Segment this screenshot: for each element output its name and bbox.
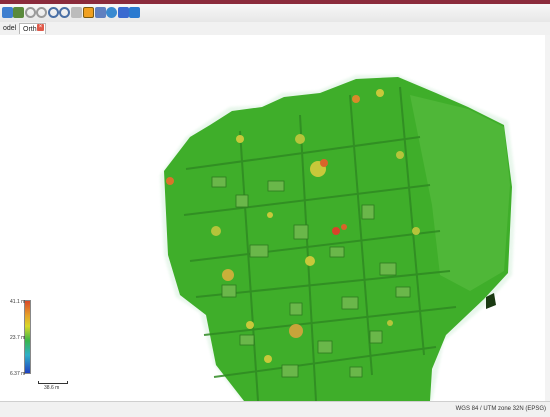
undo-icon[interactable]	[25, 7, 36, 18]
save-icon[interactable]	[13, 7, 24, 18]
legend-mid-label: 23.7 m	[10, 335, 26, 341]
shape-icon[interactable]	[106, 7, 117, 18]
legend-max-label: 41.1 m	[10, 299, 26, 305]
crs-label: WGS 84 / UTM zone 32N (EPSG)	[455, 406, 546, 412]
redo-icon[interactable]	[36, 7, 47, 18]
image-overlay-icon[interactable]	[83, 7, 94, 18]
flag-icon[interactable]	[118, 7, 129, 18]
move-icon[interactable]	[129, 7, 140, 18]
tab-model[interactable]: odel	[0, 23, 18, 34]
zoom-out-icon[interactable]	[59, 7, 70, 18]
scale-bar	[38, 381, 68, 384]
tab-bar: odel Ortho ×	[0, 22, 550, 36]
legend-min-label: 6.37 m	[10, 371, 26, 377]
grid-icon[interactable]	[95, 7, 106, 18]
measure-icon[interactable]	[71, 7, 82, 18]
status-bar: WGS 84 / UTM zone 32N (EPSG)	[0, 401, 550, 417]
open-project-icon[interactable]	[2, 7, 13, 18]
zoom-in-icon[interactable]	[48, 7, 59, 18]
vertical-scrollbar[interactable]	[545, 35, 550, 401]
close-icon[interactable]: ×	[37, 24, 44, 31]
toolbar	[0, 4, 550, 23]
ortho-viewport[interactable]: 41.1 m 23.7 m 6.37 m 38.6 m	[0, 35, 550, 401]
scale-bar-label: 38.6 m	[44, 385, 60, 391]
elevation-map[interactable]	[0, 35, 550, 401]
